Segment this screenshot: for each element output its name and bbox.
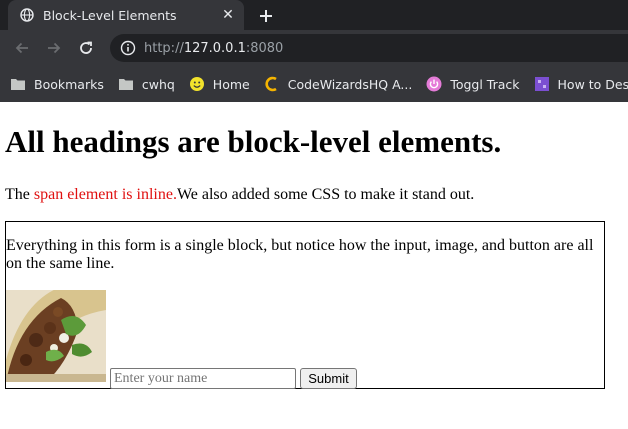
bookmark-toggl[interactable]: Toggl Track <box>426 76 520 92</box>
bookmark-bookmarks[interactable]: Bookmarks <box>10 76 104 92</box>
page-heading: All headings are block-level elements. <box>5 124 502 159</box>
bookmarks-bar: Bookmarks cwhq Home CodeWizardsHQ A... T… <box>0 66 628 102</box>
url-scheme: http:// <box>144 40 184 56</box>
globe-icon <box>20 8 34 22</box>
toolbar: http://127.0.0.1:8080 <box>0 30 628 66</box>
folder-icon <box>118 76 134 92</box>
bookmark-label: CodeWizardsHQ A... <box>287 76 413 92</box>
submit-button[interactable]: Submit <box>300 368 357 389</box>
bookmark-label: Home <box>212 76 250 92</box>
forward-icon[interactable] <box>40 34 68 62</box>
address-bar[interactable]: http://127.0.0.1:8080 <box>110 34 628 62</box>
bookmark-how-to-design[interactable]: How to Design <box>534 76 628 92</box>
taco-image <box>6 290 106 382</box>
power-icon <box>426 76 442 92</box>
url-host: 127.0.0.1 <box>183 40 246 56</box>
bookmark-codewizards[interactable]: CodeWizardsHQ A... <box>264 76 413 92</box>
folder-icon <box>10 76 26 92</box>
form-description: Everything in this form is a single bloc… <box>6 237 594 272</box>
bookmark-cwhq[interactable]: cwhq <box>118 76 175 92</box>
inline-span: span element is inline. <box>33 186 177 203</box>
bookmark-label: How to Design <box>557 76 628 92</box>
bookmark-label: cwhq <box>141 76 175 92</box>
page-content: All headings are block-level elements. T… <box>0 124 628 389</box>
bookmark-home[interactable]: Home <box>189 76 250 92</box>
intro-paragraph: The span element is inline.We also added… <box>5 186 628 204</box>
url-port: :8080 <box>245 40 284 56</box>
tab-title: Block-Level Elements <box>43 7 177 23</box>
name-input[interactable] <box>110 368 296 389</box>
smiley-icon <box>189 76 205 92</box>
bookmark-label: Bookmarks <box>34 76 104 92</box>
reload-icon[interactable] <box>72 34 100 62</box>
tab-block-level-elements[interactable]: Block-Level Elements ✕ <box>8 0 244 30</box>
para-text-after: We also added some CSS to make it stand … <box>176 186 475 203</box>
game-icon <box>534 76 550 92</box>
form-block: Everything in this form is a single bloc… <box>5 221 605 389</box>
back-icon[interactable] <box>8 34 36 62</box>
bookmark-label: Toggl Track <box>450 76 520 92</box>
tab-strip: Block-Level Elements ✕ <box>0 0 628 30</box>
new-tab-icon[interactable] <box>256 6 276 26</box>
para-text-before: The <box>5 186 34 203</box>
close-tab-icon[interactable]: ✕ <box>220 7 236 23</box>
codewizards-icon <box>264 76 280 92</box>
info-icon[interactable] <box>120 40 136 56</box>
browser-chrome: Block-Level Elements ✕ http:// 127.0.0.1… <box>0 0 628 102</box>
